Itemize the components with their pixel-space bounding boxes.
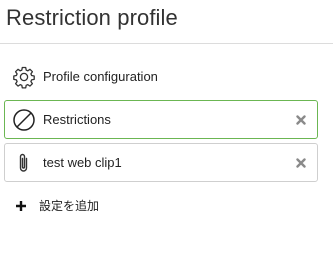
- payload-item-label: test web clip1: [43, 154, 122, 170]
- payload-item-label: Profile configuration: [43, 69, 158, 84]
- add-setting-button[interactable]: 設定を追加: [4, 192, 318, 220]
- payload-item-label: Restrictions: [43, 111, 111, 127]
- add-setting-label: 設定を追加: [39, 199, 100, 213]
- paperclip-icon: [11, 150, 37, 176]
- plus-icon: [13, 198, 29, 214]
- remove-icon[interactable]: [294, 156, 308, 170]
- payload-item-restrictions[interactable]: Restrictions: [4, 100, 318, 139]
- remove-icon[interactable]: [294, 113, 308, 127]
- page-title: Restriction profile: [6, 5, 178, 30]
- payload-item-web-clip[interactable]: test web clip1: [4, 143, 318, 182]
- prohibited-icon: [11, 107, 37, 133]
- title-divider: [0, 43, 333, 44]
- gear-icon: [11, 64, 37, 90]
- payload-item-profile-configuration[interactable]: Profile configuration: [4, 60, 318, 94]
